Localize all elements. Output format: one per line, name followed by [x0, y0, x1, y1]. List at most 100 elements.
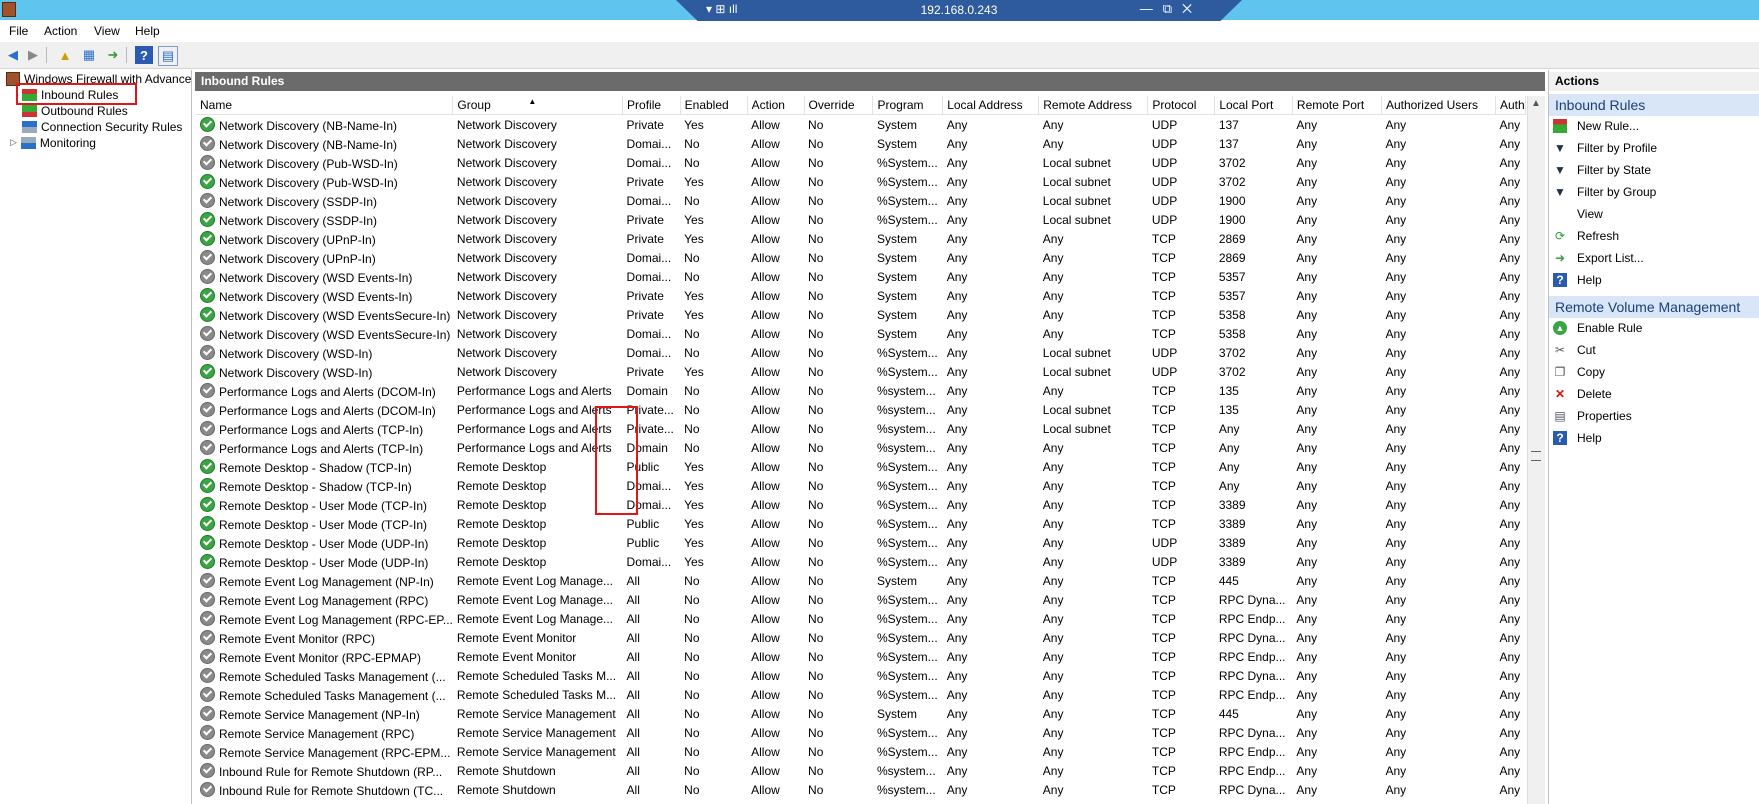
table-row[interactable]: Network Discovery (UPnP-In) Network Disco…	[196, 229, 1526, 248]
table-row[interactable]: Remote Event Monitor (RPC) Remote Event M…	[196, 628, 1526, 647]
action-help[interactable]: ? Help	[1553, 270, 1602, 290]
menu-action[interactable]: Action	[44, 24, 77, 38]
table-row[interactable]: Network Discovery (Pub-WSD-In) Network Di…	[196, 153, 1526, 172]
table-cell: TCP	[1148, 647, 1215, 666]
table-row[interactable]: Performance Logs and Alerts (TCP-In) Perf…	[196, 419, 1526, 438]
table-cell: No	[680, 666, 747, 685]
column-header[interactable]: Program	[872, 96, 944, 115]
up-folder-icon[interactable]: ▲	[56, 46, 74, 64]
menu-file[interactable]: File	[9, 24, 28, 38]
column-header[interactable]: Remote Port	[1292, 96, 1382, 115]
column-header[interactable]: Override	[804, 96, 874, 115]
table-cell: Any	[1292, 400, 1381, 419]
table-row[interactable]: Remote Scheduled Tasks Management (... Re…	[196, 685, 1526, 704]
column-header[interactable]: Local Address	[942, 96, 1040, 115]
cell-text: Inbound Rule for Remote Shutdown (TC...	[219, 783, 444, 798]
column-header[interactable]: Protocol	[1147, 96, 1216, 115]
action-cut[interactable]: ✂ Cut	[1553, 340, 1596, 360]
table-row[interactable]: Network Discovery (Pub-WSD-In) Network Di…	[196, 172, 1526, 191]
action-help-rule[interactable]: ? Help	[1553, 428, 1602, 448]
table-row[interactable]: Inbound Rule for Remote Shutdown (RP... R…	[196, 761, 1526, 780]
table-row[interactable]: Network Discovery (SSDP-In) Network Disco…	[196, 191, 1526, 210]
table-cell: TCP	[1148, 666, 1215, 685]
column-header[interactable]: Local Port	[1214, 96, 1293, 115]
cell-text: Network Discovery (NB-Name-In)	[219, 118, 398, 133]
table-row[interactable]: Remote Desktop - Shadow (TCP-In) Remote D…	[196, 457, 1526, 476]
forward-icon[interactable]: ▶	[24, 46, 42, 64]
cell-text: Network Discovery (UPnP-In)	[219, 251, 376, 266]
action-enable-rule[interactable]: ▲ Enable Rule	[1553, 318, 1642, 338]
tree-item-monitoring[interactable]: ▷ Monitoring	[10, 134, 96, 151]
cell-text: Yes	[684, 497, 704, 512]
column-header[interactable]: Enabled	[680, 96, 748, 115]
table-row[interactable]: Remote Desktop - User Mode (UDP-In) Remot…	[196, 552, 1526, 571]
vertical-scrollbar[interactable]: ▲	[1527, 96, 1545, 804]
menu-view[interactable]: View	[94, 24, 120, 38]
table-row[interactable]: Remote Desktop - Shadow (TCP-In) Remote D…	[196, 476, 1526, 495]
table-row[interactable]: Network Discovery (NB-Name-In) Network Di…	[196, 134, 1526, 153]
show-hide-tree-icon[interactable]: ▦	[80, 46, 98, 64]
action-refresh[interactable]: ⟳ Refresh	[1553, 226, 1619, 246]
table-row[interactable]: Network Discovery (WSD Events-In) Network…	[196, 286, 1526, 305]
back-icon[interactable]: ◀	[4, 46, 22, 64]
action-view[interactable]: View	[1553, 204, 1603, 224]
actions-section-inbound-rules[interactable]: Inbound Rules	[1549, 94, 1759, 116]
table-row[interactable]: Remote Desktop - User Mode (UDP-In) Remot…	[196, 533, 1526, 552]
action-filter-by-profile[interactable]: ▼ Filter by Profile	[1553, 138, 1657, 158]
column-header[interactable]: Action	[747, 96, 805, 115]
show-action-pane-icon[interactable]: ▤	[158, 46, 178, 66]
table-cell: No	[804, 400, 873, 419]
column-header[interactable]: Authorized Users	[1381, 96, 1496, 115]
table-row[interactable]: Remote Desktop - User Mode (TCP-In) Remot…	[196, 514, 1526, 533]
column-header[interactable]: Profile	[622, 96, 681, 115]
scroll-thumb[interactable]	[1531, 451, 1541, 461]
column-header[interactable]: Auth	[1495, 96, 1526, 115]
table-row[interactable]: Performance Logs and Alerts (DCOM-In) Per…	[196, 381, 1526, 400]
actions-section-selected-rule[interactable]: Remote Volume Management	[1549, 296, 1759, 318]
table-row[interactable]: Network Discovery (WSD Events-In) Network…	[196, 267, 1526, 286]
table-row[interactable]: Network Discovery (WSD EventsSecure-In) N…	[196, 305, 1526, 324]
window-controls[interactable]: —⧉✕	[1140, 1, 1202, 17]
column-header[interactable]: Remote Address	[1038, 96, 1149, 115]
table-row[interactable]: Inbound Rule for Remote Shutdown (TC... R…	[196, 780, 1526, 799]
table-cell: Any	[1495, 514, 1525, 533]
table-row[interactable]: Remote Service Management (RPC-EPM... Rem…	[196, 742, 1526, 761]
help-icon[interactable]: ?	[135, 46, 153, 64]
table-cell: Any	[1381, 229, 1495, 248]
cell-text: TCP	[1151, 478, 1176, 493]
scroll-up-icon[interactable]: ▲	[1531, 98, 1541, 109]
cell-text: Network Discovery	[456, 326, 557, 341]
menu-help[interactable]: Help	[135, 24, 160, 38]
action-filter-by-state[interactable]: ▼ Filter by State	[1553, 160, 1651, 180]
table-row[interactable]: Network Discovery (UPnP-In) Network Disco…	[196, 248, 1526, 267]
cell-text: %System...	[876, 155, 938, 170]
table-row[interactable]: Remote Desktop - User Mode (TCP-In) Remot…	[196, 495, 1526, 514]
table-row[interactable]: Network Discovery (NB-Name-In) Network Di…	[196, 115, 1526, 135]
column-header[interactable]: Group ▲	[452, 96, 624, 115]
tree-item-connection-security-rules[interactable]: Connection Security Rules	[22, 118, 182, 135]
action-copy[interactable]: ❐ Copy	[1553, 362, 1605, 382]
table-row[interactable]: Remote Scheduled Tasks Management (... Re…	[196, 666, 1526, 685]
table-row[interactable]: Performance Logs and Alerts (TCP-In) Perf…	[196, 438, 1526, 457]
table-row[interactable]: Network Discovery (WSD-In) Network Discov…	[196, 362, 1526, 381]
expand-arrow-icon[interactable]: ▷	[10, 137, 17, 148]
action-properties[interactable]: ▤ Properties	[1553, 406, 1631, 426]
table-row[interactable]: Performance Logs and Alerts (DCOM-In) Per…	[196, 400, 1526, 419]
table-row[interactable]: Network Discovery (WSD-In) Network Discov…	[196, 343, 1526, 362]
table-row[interactable]: Remote Event Log Management (NP-In) Remot…	[196, 571, 1526, 590]
action-export-list[interactable]: ➜ Export List...	[1553, 248, 1644, 268]
table-row[interactable]: Remote Service Management (NP-In) Remote …	[196, 704, 1526, 723]
table-row[interactable]: Remote Service Management (RPC) Remote Se…	[196, 723, 1526, 742]
export-list-icon[interactable]: ➜	[104, 46, 122, 64]
table-row[interactable]: Remote Event Log Management (RPC-EP... Re…	[196, 609, 1526, 628]
table-row[interactable]: Network Discovery (SSDP-In) Network Disco…	[196, 210, 1526, 229]
action-new-rule[interactable]: New Rule...	[1553, 116, 1639, 136]
action-delete[interactable]: ✕ Delete	[1553, 384, 1612, 404]
cell-text: Any	[1218, 478, 1240, 493]
table-cell: Yes	[680, 476, 747, 495]
column-header[interactable]: Name	[196, 96, 454, 115]
table-row[interactable]: Network Discovery (WSD EventsSecure-In) N…	[196, 324, 1526, 343]
table-row[interactable]: Remote Event Monitor (RPC-EPMAP) Remote E…	[196, 647, 1526, 666]
action-filter-by-group[interactable]: ▼ Filter by Group	[1553, 182, 1656, 202]
table-row[interactable]: Remote Event Log Management (RPC) Remote …	[196, 590, 1526, 609]
